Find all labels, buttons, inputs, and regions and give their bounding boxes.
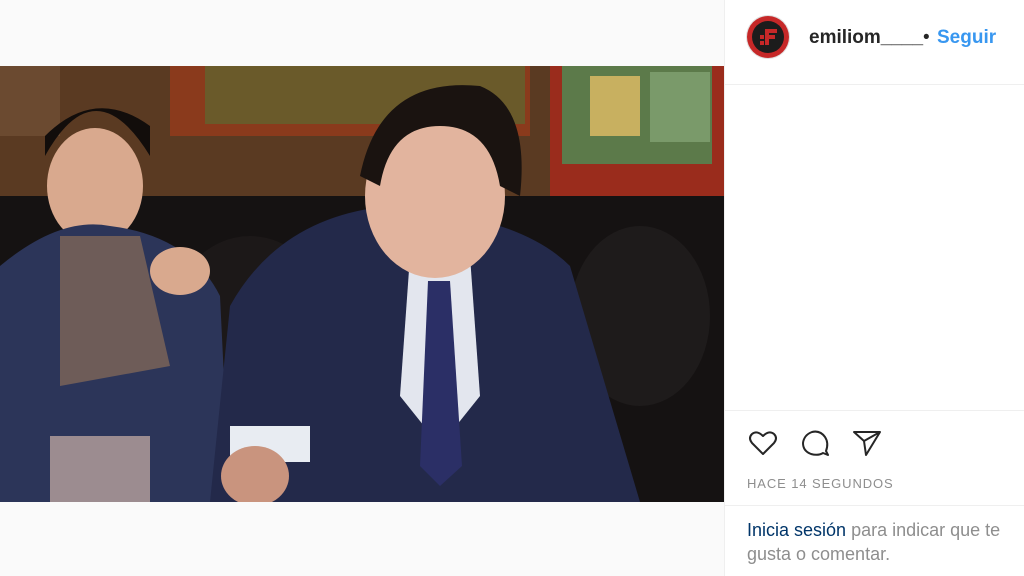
post-photo: [0, 66, 724, 502]
username-link[interactable]: emiliom____: [809, 27, 923, 49]
post-header: emiliom____ • Seguir: [725, 0, 1024, 85]
media-pane: [0, 0, 724, 576]
photo-illustration: [0, 66, 724, 502]
post-timestamp: HACE 14 SEGUNDOS: [747, 476, 894, 491]
avatar-logo-icon: [752, 21, 784, 53]
avatar[interactable]: [747, 16, 789, 58]
send-icon[interactable]: [851, 427, 883, 459]
login-link[interactable]: Inicia sesión: [747, 520, 846, 540]
post-actions: HACE 14 SEGUNDOS: [725, 410, 1024, 506]
follow-button[interactable]: Seguir: [937, 27, 996, 49]
comment-icon[interactable]: [799, 427, 831, 459]
post-sidebar: emiliom____ • Seguir HACE 14 SEGUNDOS In…: [724, 0, 1024, 576]
login-prompt: Inicia sesión para indicar que te gusta …: [747, 518, 1024, 566]
separator-dot: •: [923, 27, 930, 48]
heart-icon[interactable]: [747, 427, 779, 459]
